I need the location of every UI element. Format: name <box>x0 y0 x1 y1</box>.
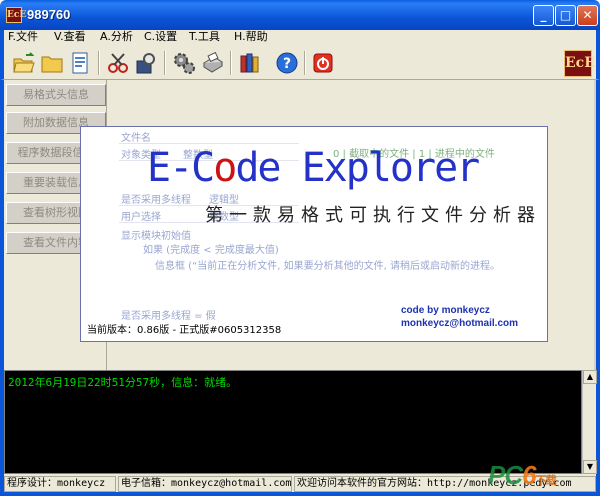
help-icon[interactable]: ? <box>275 51 299 75</box>
logo-prefix: E-C <box>147 145 215 191</box>
toolbar-separator <box>304 51 306 75</box>
ghost-text: 是否采用多线程 <box>121 195 191 206</box>
scroll-down-icon[interactable]: ▼ <box>583 460 597 474</box>
menu-view[interactable]: V.查看 <box>54 30 86 45</box>
menu-tools[interactable]: T.工具 <box>189 30 220 45</box>
brand-logo-icon: EcE <box>564 50 595 77</box>
seal-script-slogan: 第一款易格式可执行文件分析器 <box>205 205 541 226</box>
open-folder-icon[interactable] <box>12 51 36 75</box>
books-icon[interactable] <box>238 51 262 75</box>
log-line: 2012年6月19日22时51分57秒，信息：就绪。 <box>8 376 238 389</box>
title-bar[interactable]: EcE 989760 _ □ ✕ <box>0 0 600 30</box>
menu-analyze[interactable]: A.分析 <box>100 30 133 45</box>
toolbar-separator <box>164 51 166 75</box>
ghost-text: 是否采用多线程 = 假 <box>121 311 216 322</box>
credit-author: code by monkeycz <box>401 305 490 316</box>
folder-icon[interactable] <box>40 51 64 75</box>
version-text: 当前版本：0.86版 - 正式版#0605312358 <box>87 325 282 336</box>
toolbar-separator <box>230 51 232 75</box>
log-output[interactable]: 2012年6月19日22时51分57秒，信息：就绪。 <box>4 370 582 474</box>
watermark-logo: PC6下载 <box>488 460 557 491</box>
product-logo: E-Code Explorer <box>147 145 480 191</box>
menu-settings[interactable]: C.设置 <box>144 30 177 45</box>
power-icon[interactable] <box>311 51 335 75</box>
status-author: 程序设计：monkeycz <box>4 476 116 492</box>
logo-o: o <box>213 145 237 191</box>
splash-screen: 文件名 对象类型 整数型 0 | 截取中的文件 | 1 | 进程中的文件 是否采… <box>80 126 548 342</box>
watermark-pc: PC <box>488 460 523 490</box>
print-icon[interactable] <box>200 51 224 75</box>
menu-file[interactable]: F.文件 <box>8 30 38 45</box>
app-icon: EcE <box>6 7 26 23</box>
close-button[interactable]: ✕ <box>577 5 598 26</box>
ghost-text: 显示模块初始值 <box>121 231 191 242</box>
scroll-up-icon[interactable]: ▲ <box>583 370 597 384</box>
document-icon[interactable] <box>68 51 92 75</box>
ghost-row: 文件名 <box>119 127 299 144</box>
menu-help[interactable]: H.帮助 <box>234 30 268 45</box>
watermark-rest: 下载 <box>535 475 557 487</box>
credit-email: monkeycz@hotmail.com <box>401 318 519 329</box>
svg-text:?: ? <box>283 56 291 72</box>
watermark-six: 6 <box>522 460 537 490</box>
log-scrollbar[interactable]: ▲ ▼ <box>582 370 597 474</box>
inspect-icon[interactable] <box>134 51 158 75</box>
toolbar: ? EcE <box>0 45 600 80</box>
toolbar-separator <box>98 51 100 75</box>
nav-header-info[interactable]: 易格式头信息 <box>6 84 106 106</box>
ghost-text: 文件名 <box>121 133 151 144</box>
minimize-button[interactable]: _ <box>533 5 554 26</box>
ghost-text: 信息框 (“当前正在分析文件, 如果要分析其他的文件, 请稍后或启动新的进程。 <box>155 261 500 272</box>
logo-suffix: de Explorer <box>235 145 480 191</box>
menu-bar: F.文件 V.查看 A.分析 C.设置 T.工具 H.帮助 <box>0 30 600 45</box>
status-email: 电子信箱：monkeycz@hotmail.com <box>118 476 292 492</box>
maximize-button[interactable]: □ <box>555 5 576 26</box>
settings-gears-icon[interactable] <box>172 51 196 75</box>
ghost-text: 用户选择 <box>121 212 161 223</box>
ghost-text: 如果 (完成度 < 完成度最大值) <box>143 245 279 256</box>
cut-tool-icon[interactable] <box>106 51 130 75</box>
window-title: 989760 <box>27 7 71 22</box>
